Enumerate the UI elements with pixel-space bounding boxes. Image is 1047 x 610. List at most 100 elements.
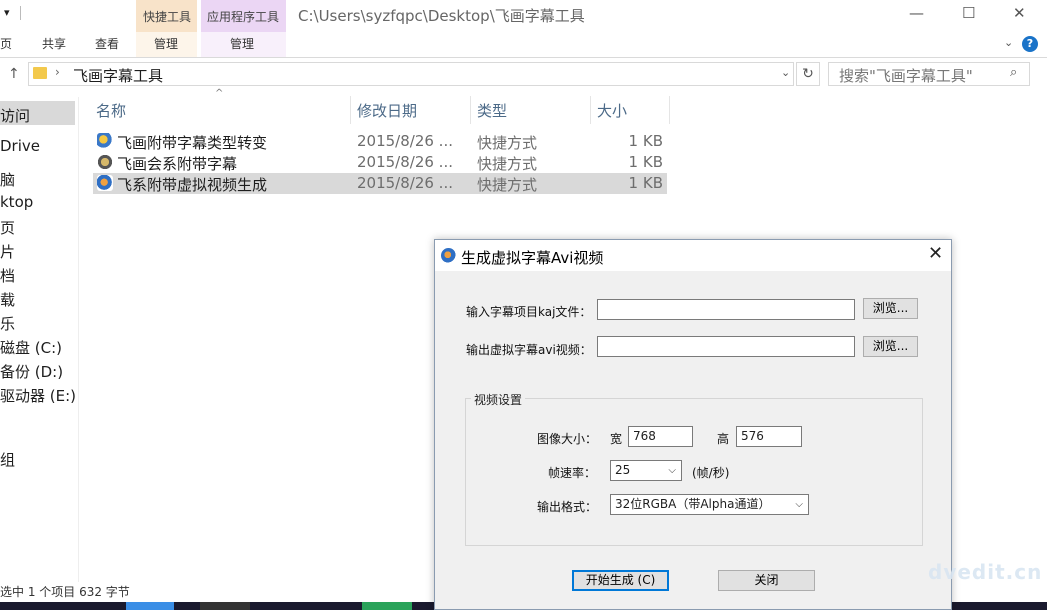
input-file-label: 输入字幕项目kaj文件：	[466, 305, 592, 319]
column-divider[interactable]	[470, 96, 471, 124]
dialog-titlebar[interactable]: 生成虚拟字幕Avi视频 ✕	[435, 240, 951, 271]
column-header-type[interactable]: 类型	[477, 100, 507, 121]
frame-rate-unit: (帧/秒)	[692, 466, 730, 480]
width-label: 宽	[610, 432, 623, 446]
browse-output-button[interactable]: 浏览...	[863, 336, 918, 357]
title-separator	[20, 6, 21, 20]
file-name: 飞系附带虚拟视频生成	[117, 176, 268, 194]
ribbon-expand-icon[interactable]: ⌄	[1004, 36, 1013, 49]
nav-item-homegroup[interactable]: 组	[0, 449, 15, 470]
dialog-close-button[interactable]: ✕	[928, 243, 943, 264]
nav-item-documents[interactable]: 页	[0, 217, 15, 238]
generate-video-dialog: 生成虚拟字幕Avi视频 ✕ 输入字幕项目kaj文件： 浏览... 输出虚拟字幕a…	[434, 239, 952, 610]
sort-ascending-icon: ^	[215, 88, 224, 99]
taskbar-item[interactable]	[126, 602, 174, 610]
column-header-name[interactable]: 名称	[96, 100, 126, 121]
quick-access-dropdown[interactable]: ▾	[4, 6, 10, 19]
height-input[interactable]: 576	[736, 426, 802, 447]
frame-rate-label: 帧速率：	[548, 466, 597, 480]
frame-rate-value: 25	[615, 463, 631, 477]
taskbar-item[interactable]	[200, 602, 250, 610]
up-arrow-icon[interactable]: ↑	[8, 66, 20, 82]
nav-item-music[interactable]: 乐	[0, 313, 15, 334]
address-bar[interactable]: › 飞画字幕工具 ⌄	[28, 62, 794, 86]
table-row[interactable]: 飞系附带虚拟视频生成 2015/8/26 ... 快捷方式 1 KB	[93, 173, 667, 194]
file-date: 2015/8/26 ...	[357, 132, 453, 150]
window-title-path: C:\Users\syzfqpc\Desktop\飞画字幕工具	[298, 7, 585, 25]
status-bar-text: 选中 1 个项目 632 字节	[0, 585, 130, 599]
nav-item-drive-c[interactable]: 磁盘 (C:)	[0, 337, 62, 358]
tab-share[interactable]: 共享	[42, 35, 66, 52]
site-watermark: dvedit.cn	[928, 560, 1043, 584]
tab-manage-shortcut[interactable]: 管理	[154, 35, 178, 52]
file-date: 2015/8/26 ...	[357, 174, 453, 192]
context-tab-app-tools[interactable]: 应用程序工具	[201, 0, 286, 32]
search-input[interactable]: 搜索"飞画字幕工具" ⌕	[828, 62, 1030, 86]
refresh-button[interactable]: ↻	[796, 62, 820, 86]
start-generate-button[interactable]: 开始生成 (C)	[572, 570, 669, 591]
video-settings-title: 视频设置	[471, 391, 526, 408]
tab-manage-app[interactable]: 管理	[230, 35, 254, 52]
search-icon[interactable]: ⌕	[1010, 65, 1017, 80]
tab-view[interactable]: 查看	[95, 35, 119, 52]
taskbar-item[interactable]	[362, 602, 412, 610]
column-header-size[interactable]: 大小	[597, 100, 627, 121]
ribbon-divider	[0, 57, 1047, 58]
help-icon[interactable]: ?	[1022, 36, 1038, 52]
file-type: 快捷方式	[477, 176, 538, 194]
output-file-label: 输出虚拟字幕avi视频：	[466, 343, 592, 357]
browse-input-button[interactable]: 浏览...	[863, 298, 918, 319]
file-type: 快捷方式	[477, 134, 538, 152]
dialog-close-action-button[interactable]: 关闭	[718, 570, 815, 591]
chevron-down-icon: ⌵	[668, 465, 676, 476]
column-divider[interactable]	[669, 96, 670, 124]
column-divider[interactable]	[590, 96, 591, 124]
shortcut-app-icon	[97, 133, 113, 149]
nav-item-drive-e[interactable]: 驱动器 (E:)	[0, 385, 76, 406]
context-label-app-tools: 应用程序工具	[207, 10, 280, 24]
shortcut-app-icon	[97, 154, 113, 170]
dialog-title: 生成虚拟字幕Avi视频	[461, 249, 604, 267]
input-file-field[interactable]	[597, 299, 855, 320]
file-size: 1 KB	[628, 153, 663, 171]
nav-item-drive-d[interactable]: 备份 (D:)	[0, 361, 63, 382]
table-row[interactable]: 飞画会系附带字幕 2015/8/26 ... 快捷方式 1 KB	[93, 152, 667, 173]
column-divider[interactable]	[350, 96, 351, 124]
column-header-date[interactable]: 修改日期	[357, 100, 417, 121]
tab-home[interactable]: 页	[0, 35, 12, 52]
address-dropdown-icon[interactable]: ⌄	[781, 66, 790, 79]
nav-item-this-pc[interactable]: 脑	[0, 169, 15, 190]
nav-item-onedrive[interactable]: Drive	[0, 137, 40, 155]
output-format-select[interactable]: 32位RGBA（带Alpha通道） ⌵	[610, 494, 809, 515]
maximize-button[interactable]: ☐	[962, 4, 975, 22]
file-size: 1 KB	[628, 132, 663, 150]
folder-icon	[33, 67, 47, 79]
frame-rate-select[interactable]: 25 ⌵	[610, 460, 682, 481]
breadcrumb-chevron-icon: ›	[55, 65, 60, 79]
close-window-button[interactable]: ✕	[1013, 4, 1026, 22]
output-format-label: 输出格式：	[537, 500, 598, 514]
output-format-value: 32位RGBA（带Alpha通道）	[615, 497, 771, 511]
file-type: 快捷方式	[477, 155, 538, 173]
chevron-down-icon: ⌵	[795, 499, 803, 510]
table-row[interactable]: 飞画附带字幕类型转变 2015/8/26 ... 快捷方式 1 KB	[93, 131, 667, 152]
image-size-label: 图像大小：	[537, 432, 598, 446]
nav-item-pictures[interactable]: 片	[0, 241, 15, 262]
breadcrumb-folder[interactable]: 飞画字幕工具	[73, 65, 163, 86]
context-label-shortcut-tools: 快捷工具	[143, 10, 192, 24]
navigation-pane: 访问 Drive 脑 ktop 页 片 档 载 乐 磁盘 (C:) 备份 (D:…	[0, 97, 79, 582]
nav-item-docs[interactable]: 档	[0, 265, 15, 286]
search-placeholder: 搜索"飞画字幕工具"	[839, 67, 973, 85]
output-file-field[interactable]	[597, 336, 855, 357]
minimize-button[interactable]: —	[909, 4, 924, 22]
context-tab-shortcut-tools[interactable]: 快捷工具	[136, 0, 197, 32]
width-input[interactable]: 768	[628, 426, 693, 447]
file-name: 飞画附带字幕类型转变	[117, 134, 268, 152]
file-date: 2015/8/26 ...	[357, 153, 453, 171]
nav-item-quick-access[interactable]: 访问	[0, 105, 30, 126]
file-size: 1 KB	[628, 174, 663, 192]
nav-item-desktop[interactable]: ktop	[0, 193, 33, 211]
shortcut-app-icon	[97, 175, 113, 191]
app-logo-icon	[441, 248, 456, 263]
nav-item-downloads[interactable]: 载	[0, 289, 15, 310]
